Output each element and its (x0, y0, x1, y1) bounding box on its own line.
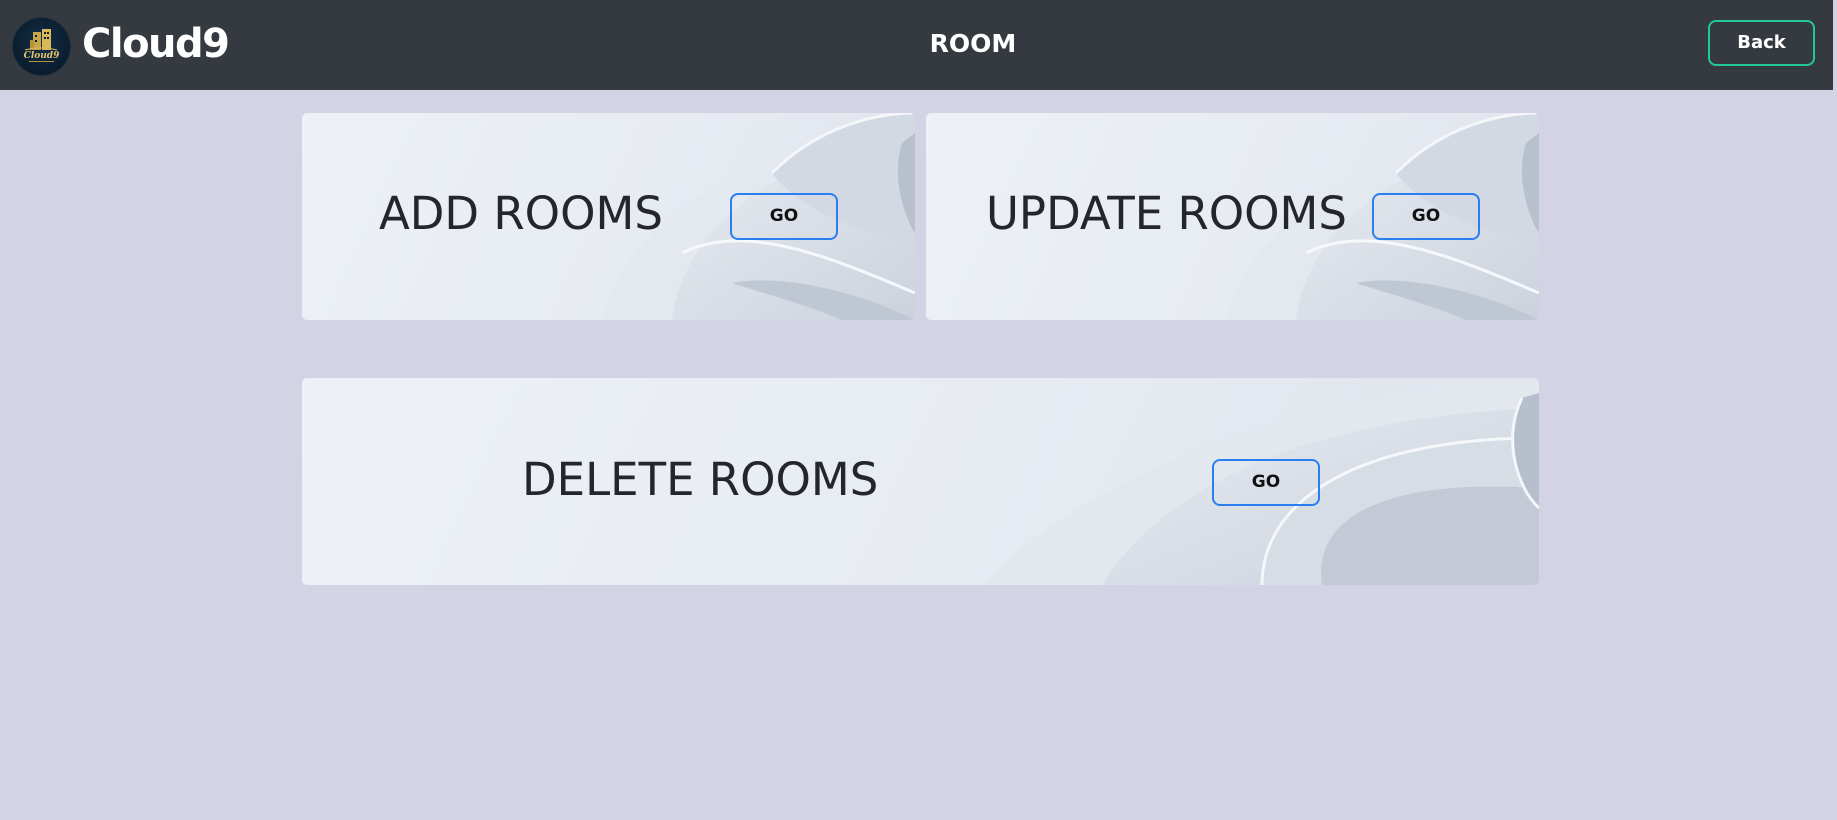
hotel-building-icon: Cloud9 (24, 29, 60, 62)
add-rooms-go-button[interactable]: GO (730, 193, 838, 240)
brand-name[interactable]: Cloud9 (82, 18, 230, 70)
delete-rooms-go-button[interactable]: GO (1212, 459, 1320, 506)
page-title: ROOM (929, 29, 1017, 58)
card-title: UPDATE ROOMS (986, 187, 1347, 240)
svg-text:Cloud9: Cloud9 (24, 51, 60, 61)
back-button[interactable]: Back (1708, 20, 1815, 66)
navbar: Cloud9 Cloud9 ROOM Back (0, 0, 1833, 90)
card-title: DELETE ROOMS (522, 453, 879, 506)
brand-logo[interactable]: Cloud9 (13, 18, 70, 75)
update-rooms-card: UPDATE ROOMS GO (926, 113, 1539, 320)
card-background-art (982, 378, 1539, 585)
delete-rooms-card: DELETE ROOMS GO (302, 378, 1539, 585)
card-title: ADD ROOMS (379, 187, 663, 240)
update-rooms-go-button[interactable]: GO (1372, 193, 1480, 240)
add-rooms-card: ADD ROOMS GO (302, 113, 915, 320)
